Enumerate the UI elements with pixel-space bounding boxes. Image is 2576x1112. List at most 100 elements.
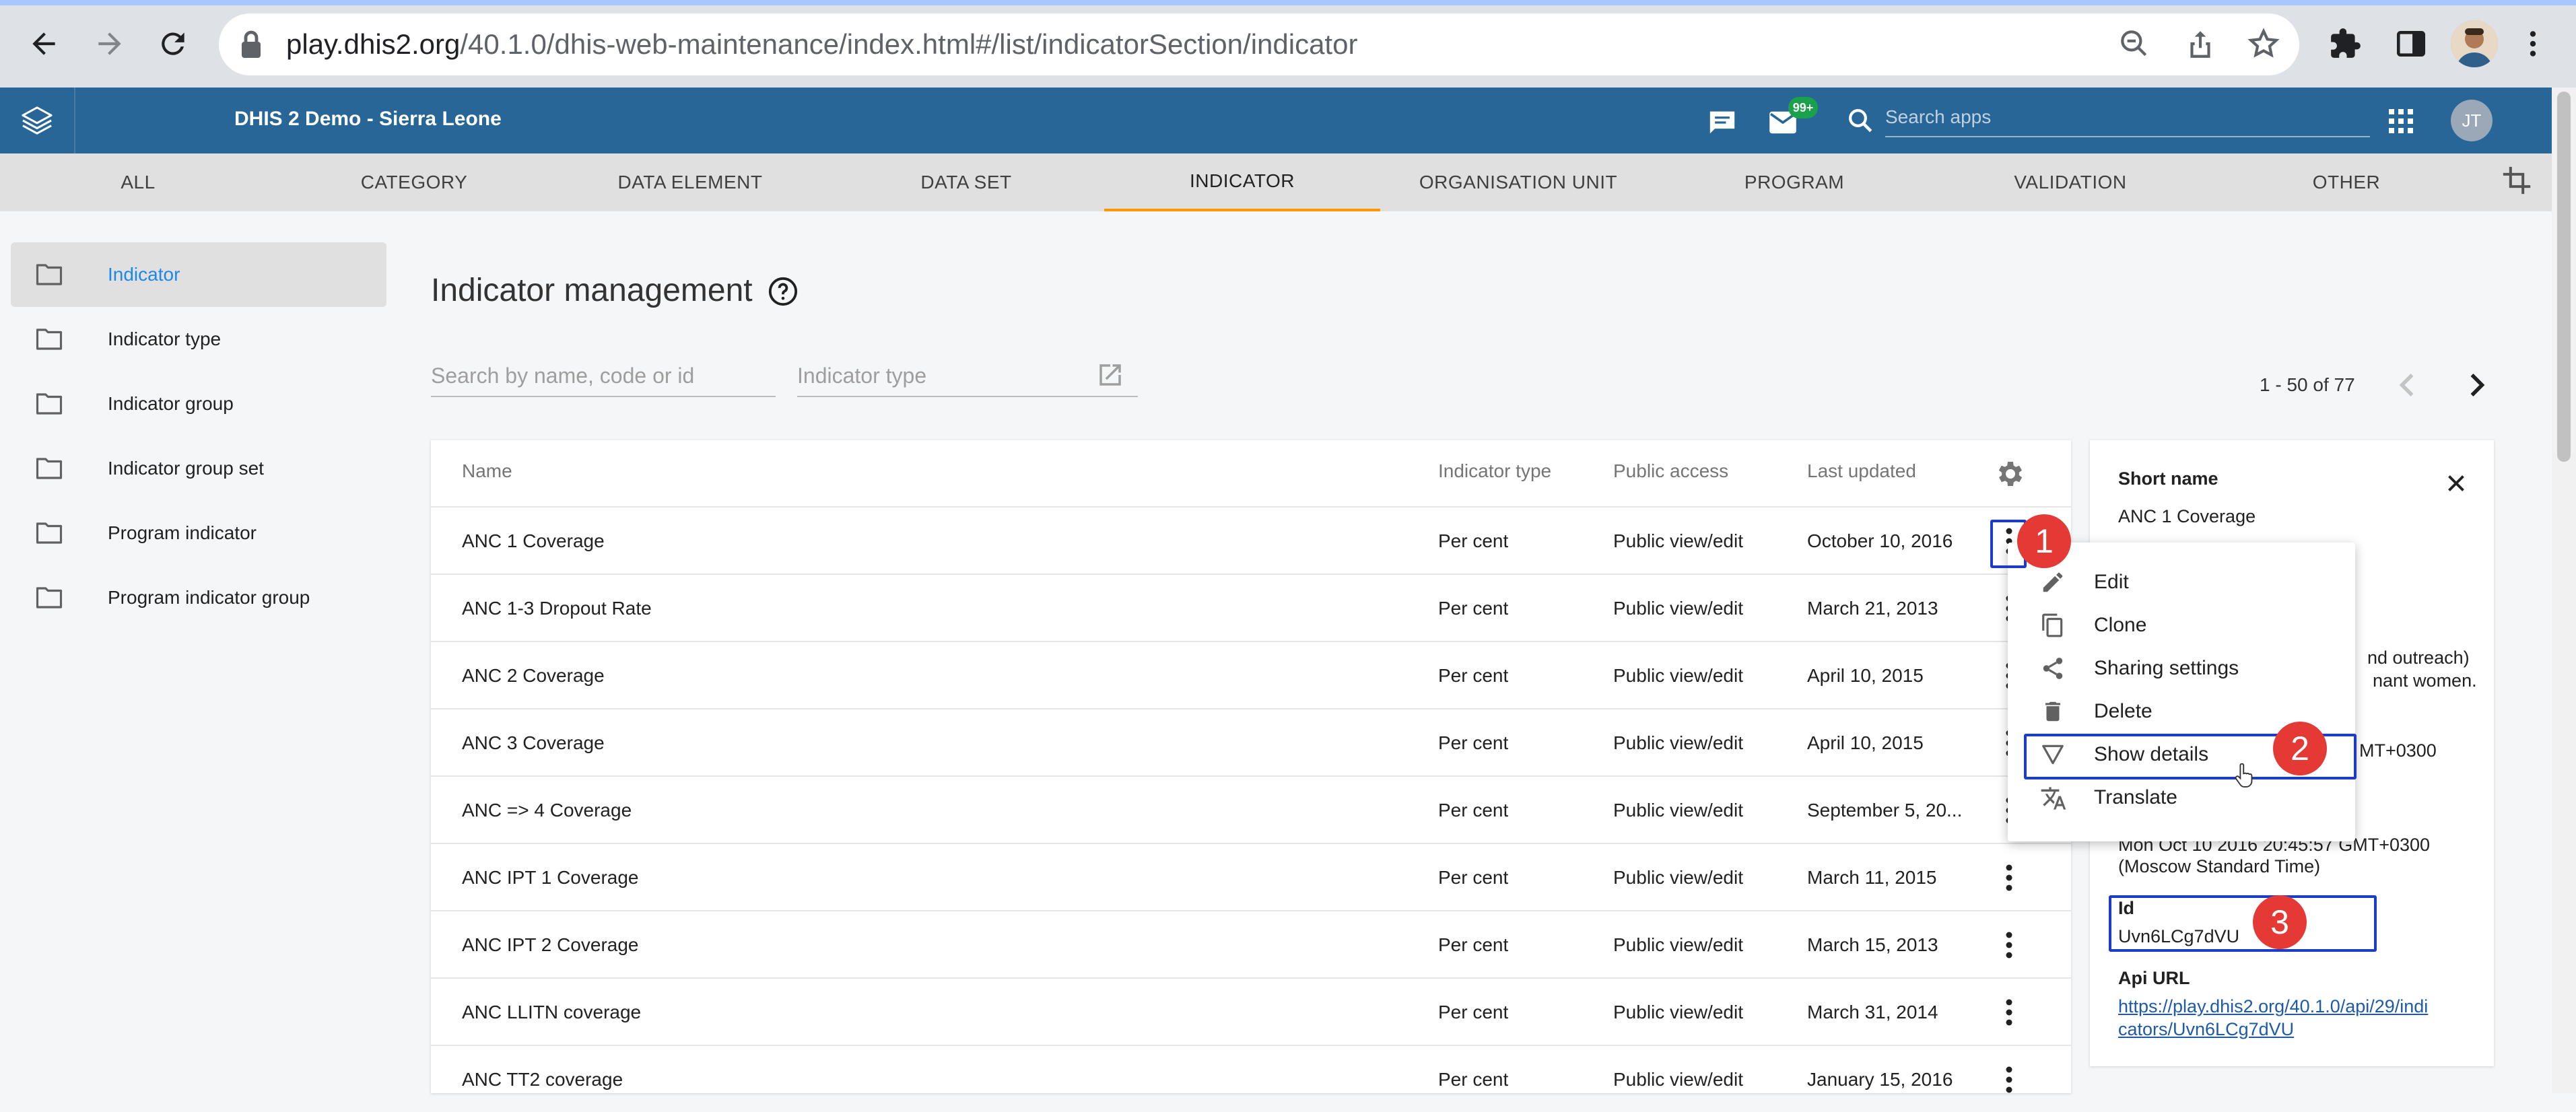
column-header-public-access[interactable]: Public access [1613, 460, 1728, 487]
section-tabs: ALL CATEGORY DATA ELEMENT DATA SET INDICATOR… [0, 153, 2552, 211]
api-url-link-line1[interactable]: https://play.dhis2.org/40.1.0/api/29/ind… [2118, 996, 2428, 1017]
tab-category[interactable]: CATEGORY [276, 153, 552, 211]
back-icon[interactable] [20, 20, 67, 67]
table-row[interactable]: ANC IPT 2 Coverage Per cent Public view/ed… [431, 910, 2071, 977]
sidebar-item-program-indicator-group[interactable]: Program indicator group [11, 565, 386, 630]
crop-fullscreen-icon[interactable] [2502, 166, 2532, 195]
tab-other[interactable]: OTHER [2208, 153, 2484, 211]
column-header-last-updated[interactable]: Last updated [1807, 460, 1916, 487]
scrollbar-thumb[interactable] [2557, 92, 2571, 462]
last-updated-cell: March 11, 2015 [1807, 867, 1937, 888]
side-panel-icon[interactable] [2394, 27, 2428, 61]
indicator-type-cell: Per cent [1438, 1002, 1509, 1022]
folder-icon [35, 586, 63, 610]
column-header-indicator-type[interactable]: Indicator type [1438, 460, 1551, 487]
table-row[interactable]: ANC 1 Coverage Per cent Public view/edit Oc… [431, 506, 2071, 574]
menu-item-sharing-settings[interactable]: Sharing settings [2008, 646, 2355, 689]
table-row[interactable]: ANC IPT 1 Coverage Per cent Public view/ed… [431, 843, 2071, 910]
public-access-cell: Public view/edit [1613, 665, 1743, 686]
header-divider [74, 88, 75, 153]
delete-trash-icon [2040, 699, 2066, 724]
share-nodes-icon [2040, 656, 2066, 681]
menu-item-translate[interactable]: Translate [2008, 775, 2355, 819]
name-cell: ANC => 4 Coverage [462, 800, 632, 821]
browser-chrome: play.dhis2.org/40.1.0/dhis-web-maintenan… [0, 0, 2576, 88]
tab-validation[interactable]: VALIDATION [1932, 153, 2208, 211]
tab-all[interactable]: ALL [0, 153, 276, 211]
folder-icon [35, 456, 63, 481]
table-row[interactable]: ANC 2 Coverage Per cent Public view/edit Ap… [431, 641, 2071, 708]
forward-icon[interactable] [86, 20, 133, 67]
indicator-type-cell: Per cent [1438, 1069, 1509, 1090]
sidebar-item-label: Indicator [108, 264, 180, 285]
sidebar-item-indicator[interactable]: Indicator [11, 242, 386, 307]
step-badge-3: 3 [2253, 895, 2307, 949]
api-url-link-line2[interactable]: cators/Uvn6LCg7dVU [2118, 1019, 2294, 1040]
table-row[interactable]: ANC 3 Coverage Per cent Public view/edit Ap… [431, 708, 2071, 775]
address-bar[interactable]: play.dhis2.org/40.1.0/dhis-web-maintenan… [219, 13, 2299, 75]
sidebar-item-label: Program indicator [108, 522, 257, 543]
tab-data-element[interactable]: DATA ELEMENT [552, 153, 828, 211]
indicator-type-cell: Per cent [1438, 530, 1509, 551]
user-avatar[interactable]: JT [2451, 100, 2493, 141]
tab-organisation-unit[interactable]: ORGANISATION UNIT [1380, 153, 1656, 211]
url-text[interactable]: play.dhis2.org/40.1.0/dhis-web-maintenan… [286, 28, 1357, 61]
indicator-type-cell: Per cent [1438, 598, 1509, 619]
extensions-puzzle-icon[interactable] [2328, 27, 2362, 61]
step-badge-2: 2 [2273, 722, 2327, 775]
name-cell: ANC 1 Coverage [462, 530, 605, 551]
folder-icon [35, 263, 63, 287]
page-scrollbar[interactable] [2552, 88, 2576, 1093]
row-context-menu: Edit Clone Sharing settings Delete Show deta… [2008, 543, 2355, 841]
sidebar-item-indicator-group-set[interactable]: Indicator group set [11, 436, 386, 501]
apps-grid-icon[interactable] [2389, 109, 2413, 133]
open-in-new-icon[interactable] [1096, 361, 1124, 389]
indicator-table: Name Indicator type Public access Last u… [431, 440, 2071, 1093]
table-row[interactable]: ANC LLITN coverage Per cent Public view/ed… [431, 977, 2071, 1045]
search-by-name-input[interactable]: Search by name, code or id [431, 357, 776, 397]
table-row[interactable]: ANC TT2 coverage Per cent Public view/edit… [431, 1045, 2071, 1112]
translate-icon [2040, 785, 2067, 812]
dhis2-logo-icon[interactable] [20, 105, 54, 136]
previous-page-icon[interactable] [2397, 372, 2417, 398]
menu-item-label: Sharing settings [2094, 657, 2239, 679]
last-updated-cell: March 15, 2013 [1807, 934, 1938, 955]
zoom-out-icon[interactable] [2117, 27, 2151, 61]
reload-icon[interactable] [149, 20, 197, 67]
public-access-cell: Public view/edit [1613, 732, 1743, 753]
column-settings-gear-icon[interactable] [1993, 458, 2025, 490]
search-apps-icon[interactable] [1846, 106, 1874, 135]
row-actions-kebab-icon[interactable] [1990, 994, 2028, 1031]
indicator-type-filter[interactable]: Indicator type [797, 357, 1138, 397]
table-row[interactable]: ANC 1-3 Dropout Rate Per cent Public view/… [431, 574, 2071, 641]
sidebar-item-program-indicator[interactable]: Program indicator [11, 501, 386, 565]
browser-menu-icon[interactable] [2526, 27, 2540, 61]
row-actions-kebab-icon[interactable] [1990, 859, 2028, 897]
tab-data-set[interactable]: DATA SET [828, 153, 1104, 211]
sidebar-item-indicator-type[interactable]: Indicator type [11, 307, 386, 372]
id-highlight-box [2109, 895, 2377, 952]
row-actions-kebab-icon[interactable] [1990, 926, 2028, 964]
table-row[interactable]: ANC => 4 Coverage Per cent Public view/edi… [431, 775, 2071, 843]
menu-item-clone[interactable]: Clone [2008, 603, 2355, 646]
name-cell: ANC IPT 1 Coverage [462, 867, 639, 888]
description-fragment-1: nd outreach) [2367, 648, 2470, 668]
lock-icon[interactable] [239, 30, 263, 59]
name-cell: ANC 1-3 Dropout Rate [462, 598, 652, 619]
column-header-name[interactable]: Name [462, 460, 512, 487]
tab-indicator[interactable]: INDICATOR [1104, 153, 1380, 211]
close-details-icon[interactable] [2444, 471, 2468, 495]
menu-item-edit[interactable]: Edit [2008, 560, 2355, 603]
search-apps-input[interactable]: Search apps [1885, 100, 2370, 137]
last-updated-cell: March 31, 2014 [1807, 1002, 1938, 1022]
interpretations-chat-icon[interactable] [1707, 109, 1737, 136]
page-title: Indicator management [431, 272, 798, 309]
sidebar-item-indicator-group[interactable]: Indicator group [11, 372, 386, 436]
app-header: DHIS 2 Demo - Sierra Leone 99+ Search ap… [0, 88, 2552, 153]
tab-program[interactable]: PROGRAM [1656, 153, 1932, 211]
bookmark-star-icon[interactable] [2247, 27, 2280, 61]
help-icon[interactable] [768, 276, 799, 307]
next-page-icon[interactable] [2467, 372, 2487, 398]
profile-avatar[interactable] [2451, 20, 2498, 67]
share-icon[interactable] [2183, 27, 2217, 61]
